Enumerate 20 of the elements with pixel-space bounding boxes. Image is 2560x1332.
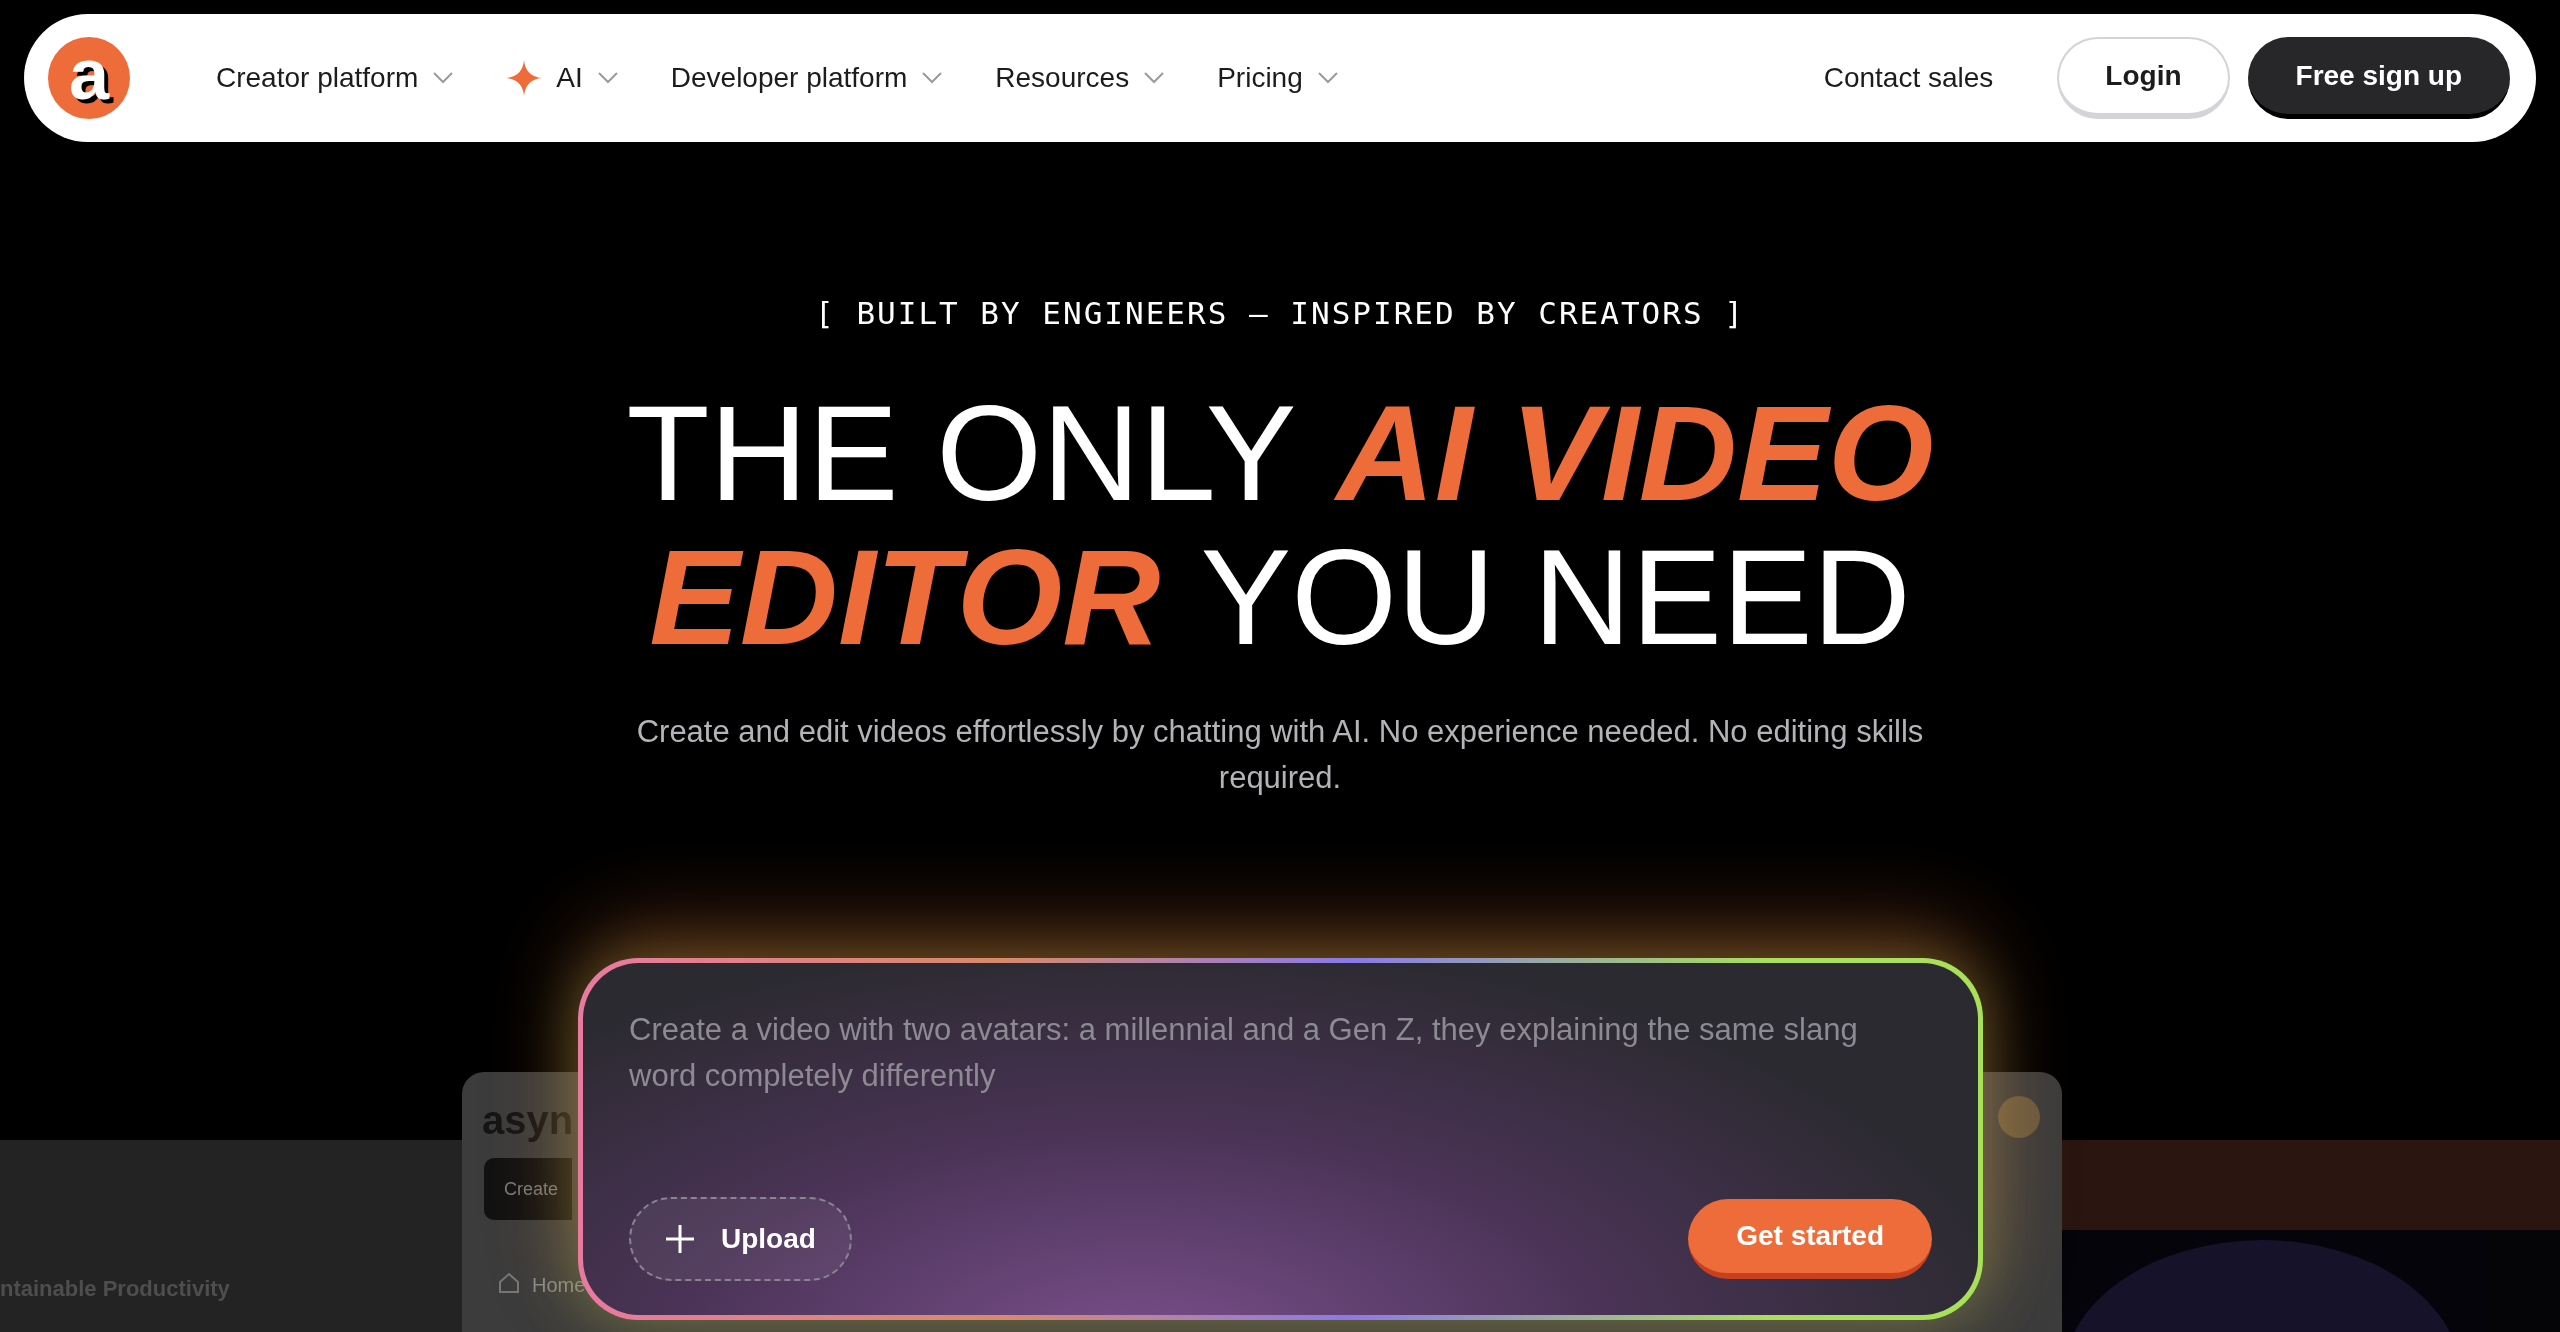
contact-sales-link[interactable]: Contact sales <box>1823 57 1994 99</box>
headline-text: THE ONLY <box>626 380 1297 525</box>
headline-text: EDITOR <box>649 524 1161 669</box>
login-button[interactable]: Login <box>2057 37 2230 119</box>
sidebar-item: Home <box>532 1273 586 1298</box>
nav-menu-item[interactable]: AI <box>506 57 619 99</box>
plus-icon <box>665 1224 695 1254</box>
nav-menu-item[interactable]: Creator platform <box>216 57 455 99</box>
tagline: [ BUILT BY ENGINEERS — INSPIRED BY CREATORS ] <box>815 294 1745 333</box>
headline-text: AI VIDEO <box>1336 380 1934 525</box>
nav-menu-item[interactable]: Pricing <box>1217 57 1339 99</box>
subtitle: Create and edit videos effortlessly by chatting with AI. No experience needed. No editing skills required. <box>635 712 1925 797</box>
prompt-field[interactable]: Create a video with two avatars: a millennial and a Gen Z, they explaining the same slang word completely differently Upload Get started <box>583 963 1978 1315</box>
sign-up-button[interactable]: Free sign up <box>2247 37 2510 119</box>
upload-button[interactable]: Upload <box>629 1197 852 1281</box>
headline-text: YOU NEED <box>1200 524 1911 669</box>
home-icon <box>498 1272 520 1294</box>
nav-menu-item[interactable]: Developer platform <box>670 57 944 99</box>
nav-menu-item[interactable]: Resources <box>995 57 1166 99</box>
sparkle-icon <box>506 60 543 96</box>
